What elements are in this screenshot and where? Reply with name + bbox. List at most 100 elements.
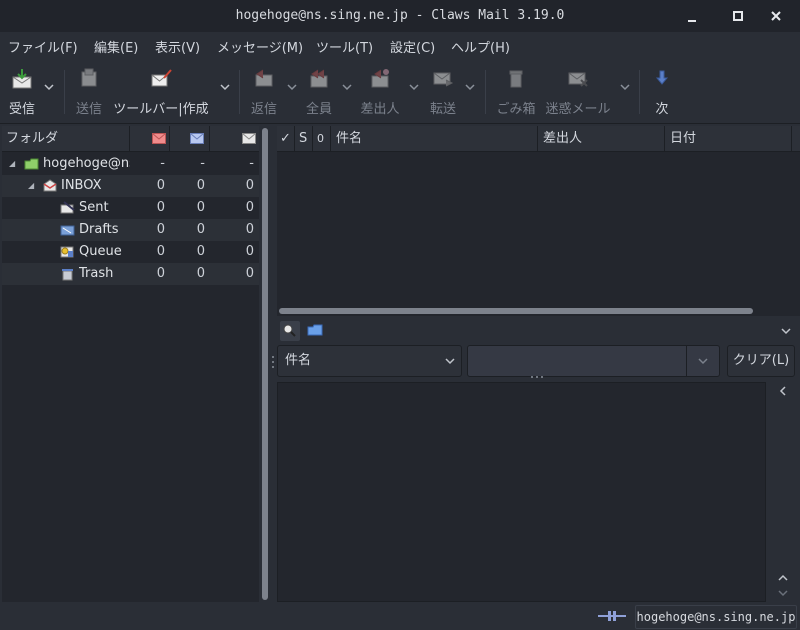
folder-icon: [307, 324, 323, 336]
reply-all-icon: [310, 69, 328, 88]
compose-button[interactable]: ツールバー|作成: [110, 64, 212, 120]
message-list-header: ✓ S 0 件名 差出人 日付: [277, 126, 800, 152]
reply-button[interactable]: 返信: [246, 64, 282, 120]
chevron-left-icon[interactable]: [776, 384, 790, 398]
search-toggle-button[interactable]: [280, 321, 300, 341]
chevron-down-icon[interactable]: [218, 80, 232, 94]
menu-file[interactable]: ファイル(F): [8, 37, 78, 56]
folder-row-account[interactable]: ◢ hogehoge@ns.sing.ne.jp - - -: [2, 153, 259, 175]
drag-handle[interactable]: [271, 355, 275, 369]
folder-name: Drafts: [79, 222, 119, 237]
window-title: hogehoge@ns.sing.ne.jp - Claws Mail 3.19…: [235, 8, 565, 23]
folder-name: INBOX: [61, 178, 102, 193]
folder-name: hogehoge@ns.sing.ne.jp: [43, 156, 130, 171]
new-count: 0: [156, 244, 165, 259]
total-count: 0: [245, 222, 254, 237]
chevron-down-icon[interactable]: [463, 80, 477, 94]
folder-row-queue[interactable]: Queue 0 0 0: [2, 241, 259, 263]
new-count: 0: [156, 178, 165, 193]
chevron-down-icon[interactable]: [779, 324, 793, 338]
expander-icon[interactable]: ◢: [9, 153, 15, 175]
message-list: ✓ S 0 件名 差出人 日付: [277, 126, 800, 316]
search-history-dropdown[interactable]: [687, 345, 720, 377]
toolbar-separator: [64, 70, 65, 114]
subject-column-header[interactable]: 件名: [331, 126, 538, 152]
forward-button[interactable]: 転送: [424, 64, 462, 120]
new-count: -: [160, 156, 165, 171]
chevron-down-icon[interactable]: [340, 80, 354, 94]
compose-icon: [151, 69, 172, 87]
sent-icon: [60, 201, 75, 214]
spam-icon: [568, 72, 588, 87]
trash-button[interactable]: ごみ箱: [494, 64, 538, 120]
next-label: 次: [655, 102, 669, 117]
menu-help[interactable]: ヘルプ(H): [451, 37, 510, 56]
attachment-column-header[interactable]: 0: [313, 126, 331, 152]
receive-button[interactable]: 受信: [4, 64, 40, 120]
pane-resize-handle-icon[interactable]: [530, 375, 544, 379]
search-folder-button[interactable]: [305, 321, 325, 341]
unread-column-header[interactable]: [170, 126, 210, 152]
folder-row-sent[interactable]: Sent 0 0 0: [2, 197, 259, 219]
reply-sender-icon: [371, 69, 389, 88]
mark-column-header[interactable]: ✓: [277, 126, 295, 152]
mail-icon: [242, 133, 256, 144]
menu-message[interactable]: メッセージ(M): [217, 37, 303, 56]
reply-sender-button[interactable]: 差出人: [356, 64, 404, 120]
folder-name: Trash: [79, 266, 114, 281]
reply-sender-label: 差出人: [360, 102, 400, 117]
folder-column-header[interactable]: フォルダ: [2, 126, 130, 152]
toolbar: 受信 送信 ツールバー|作成 返信 全員 差出人 転送 ごみ箱 迷惑メール 次: [0, 58, 800, 124]
new-column-header[interactable]: [130, 126, 170, 152]
expander-icon[interactable]: ◢: [28, 175, 34, 197]
chevron-down-icon[interactable]: [285, 80, 299, 94]
total-count: -: [249, 156, 254, 171]
spam-button[interactable]: 迷惑メール: [543, 64, 613, 120]
online-status-icon[interactable]: [598, 610, 626, 622]
minimize-button[interactable]: [682, 6, 702, 26]
menu-settings[interactable]: 設定(C): [390, 37, 435, 56]
folder-row-drafts[interactable]: Drafts 0 0 0: [2, 219, 259, 241]
clear-button[interactable]: クリア(L): [727, 345, 795, 377]
folder-row-trash[interactable]: Trash 0 0 0: [2, 263, 259, 285]
total-column-header[interactable]: [210, 126, 259, 152]
chevron-down-icon[interactable]: [407, 80, 421, 94]
arrow-down-icon: [655, 70, 669, 85]
menu-edit[interactable]: 編集(E): [94, 37, 138, 56]
drafts-icon: [60, 225, 75, 236]
maximize-button[interactable]: [728, 6, 748, 26]
new-count: 0: [156, 266, 165, 281]
send-button[interactable]: 送信: [70, 64, 108, 120]
compose-label: ツールバー|作成: [113, 102, 209, 117]
date-column-header[interactable]: 日付: [665, 126, 792, 152]
menu-view[interactable]: 表示(V): [155, 37, 200, 56]
search-icon: [283, 324, 296, 337]
menubar: ファイル(F) 編集(E) 表示(V) メッセージ(M) ツール(T) 設定(C…: [0, 32, 800, 58]
chevron-down-icon[interactable]: [776, 586, 790, 600]
next-button[interactable]: 次: [646, 64, 678, 120]
trash-icon: [509, 70, 523, 88]
from-column-header[interactable]: 差出人: [538, 126, 665, 152]
reply-all-button[interactable]: 全員: [300, 64, 338, 120]
horizontal-scrollbar[interactable]: [279, 308, 753, 314]
folder-row-inbox[interactable]: ◢ INBOX 0 0 0: [2, 175, 259, 197]
search-field-value: 件名: [285, 353, 312, 368]
spam-label: 迷惑メール: [545, 102, 611, 117]
search-input[interactable]: [467, 345, 687, 377]
new-count: 0: [156, 222, 165, 237]
handle-dots-icon: [272, 356, 274, 368]
menu-tools[interactable]: ツール(T): [316, 37, 373, 56]
unread-mail-icon: [190, 133, 204, 144]
minimize-icon: [688, 20, 696, 22]
pane-scrollbar[interactable]: [262, 128, 268, 600]
status-column-header[interactable]: S: [295, 126, 313, 152]
unread-count: 0: [196, 266, 205, 281]
chevron-down-icon[interactable]: [42, 80, 56, 94]
account-selector[interactable]: hogehoge@ns.sing.ne.jp: [635, 605, 797, 629]
message-view: [277, 382, 766, 602]
chevron-up-icon[interactable]: [776, 571, 790, 585]
close-button[interactable]: [766, 6, 786, 26]
chevron-down-icon[interactable]: [618, 80, 632, 94]
search-field-select[interactable]: 件名: [277, 345, 462, 377]
statusbar: hogehoge@ns.sing.ne.jp: [0, 602, 800, 630]
